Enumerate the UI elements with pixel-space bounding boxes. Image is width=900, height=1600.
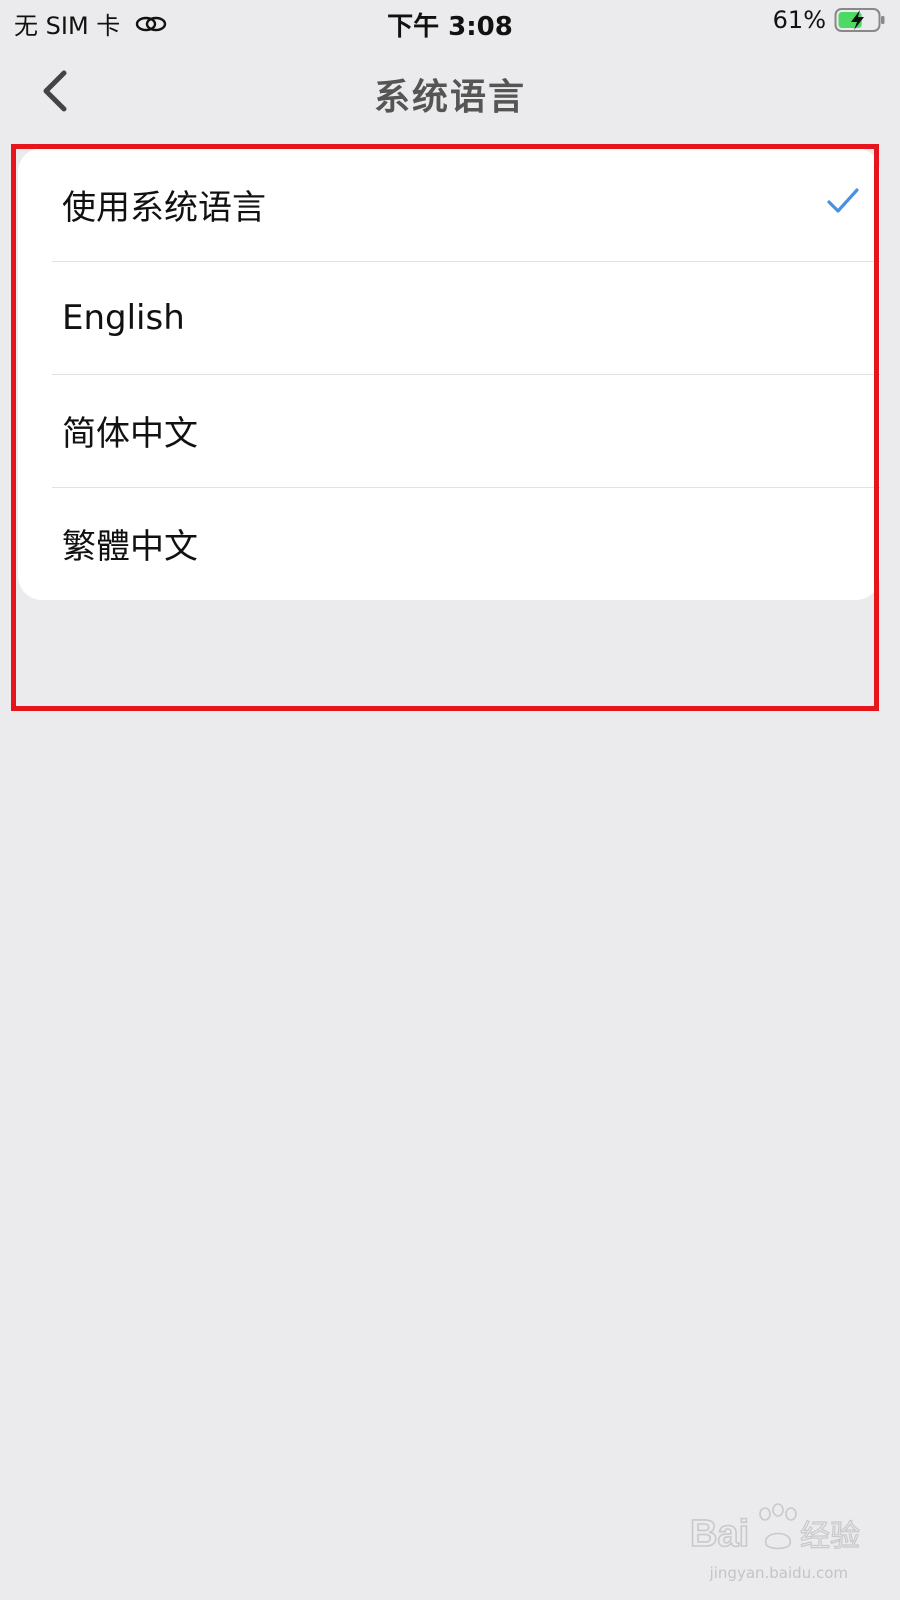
language-list: 使用系统语言 English 简体中文 繁體中文	[18, 148, 880, 600]
watermark-url: jingyan.baidu.com	[709, 1564, 848, 1582]
language-label: 使用系统语言	[62, 188, 266, 228]
language-label: 简体中文	[62, 414, 198, 454]
status-right: 61%	[773, 6, 886, 34]
language-label: English	[62, 297, 185, 338]
battery-percent: 61%	[772, 6, 826, 34]
checkmark-icon	[827, 188, 859, 213]
nav-bar: 系统语言	[0, 46, 900, 136]
svg-text:经验: 经验	[800, 1519, 860, 1554]
language-option-traditional-chinese[interactable]: 繁體中文	[18, 487, 880, 600]
language-option-english[interactable]: English	[18, 261, 880, 374]
svg-text:Bai: Bai	[690, 1513, 749, 1555]
language-option-system[interactable]: 使用系统语言	[18, 148, 880, 261]
page-title: 系统语言	[373, 77, 526, 118]
language-label: 繁體中文	[62, 527, 198, 567]
battery-charging-icon	[834, 8, 885, 32]
status-time: 下午 3:08	[387, 12, 513, 42]
language-option-simplified-chinese[interactable]: 简体中文	[18, 374, 880, 487]
status-bar: 无 SIM 卡 下午 3:08 61%	[0, 0, 900, 46]
screen: 无 SIM 卡 下午 3:08 61% 系统语言 使用系统语言 English …	[0, 0, 900, 1600]
